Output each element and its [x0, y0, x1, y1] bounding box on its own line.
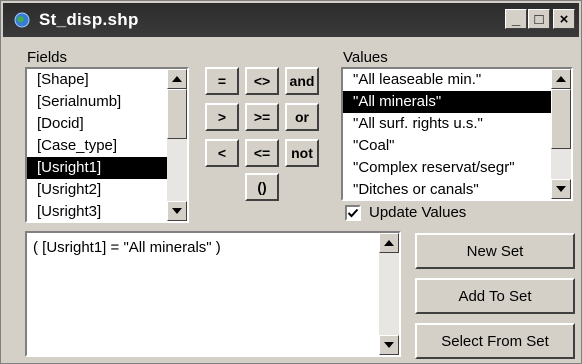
fields-scroll-down-button[interactable]	[167, 201, 187, 221]
maximize-button[interactable]: □	[528, 9, 550, 29]
list-item[interactable]: "Ditches or canals"	[343, 179, 571, 199]
arrow-down-icon	[556, 186, 566, 192]
values-listbox[interactable]: "All leaseable min." "All minerals" "All s…	[341, 67, 573, 201]
list-item[interactable]: "All minerals"	[343, 91, 571, 113]
operator-greater-equal-button[interactable]: >=	[245, 103, 279, 131]
minimize-icon: _	[511, 10, 521, 28]
operator-parentheses-button[interactable]: ()	[245, 173, 279, 201]
operator-not-equal-button[interactable]: <>	[245, 67, 279, 95]
list-item[interactable]: [Case_type]	[27, 135, 187, 157]
arrow-up-icon	[556, 76, 566, 82]
window-controls: _ □ ×	[505, 9, 575, 29]
list-item[interactable]: [Usright3]	[27, 201, 187, 221]
list-item[interactable]: [Usright2]	[27, 179, 187, 201]
list-item[interactable]: [Serialnumb]	[27, 91, 187, 113]
arrow-down-icon	[384, 342, 394, 348]
operator-less-equal-button[interactable]: <=	[245, 139, 279, 167]
list-item[interactable]: [Docid]	[27, 113, 187, 135]
minimize-button[interactable]: _	[505, 9, 527, 29]
list-item[interactable]: "Coal"	[343, 135, 571, 157]
add-to-set-button[interactable]: Add To Set	[415, 278, 575, 314]
arrow-up-icon	[384, 240, 394, 246]
fields-scrollbar[interactable]	[167, 69, 187, 221]
values-items: "All leaseable min." "All minerals" "All s…	[343, 69, 571, 199]
title-bar[interactable]: St_disp.shp _ □ ×	[3, 3, 579, 37]
select-from-set-button[interactable]: Select From Set	[415, 323, 575, 359]
maximize-icon: □	[534, 10, 544, 28]
operator-greater-button[interactable]: >	[205, 103, 239, 131]
values-scroll-up-button[interactable]	[551, 69, 571, 89]
new-set-button[interactable]: New Set	[415, 233, 575, 269]
expression-text: ( [Usright1] = "All minerals" )	[33, 239, 221, 256]
close-button[interactable]: ×	[553, 9, 575, 29]
fields-scroll-up-button[interactable]	[167, 69, 187, 89]
values-label: Values	[343, 49, 388, 66]
arrow-down-icon	[172, 208, 182, 214]
operator-or-button[interactable]: or	[285, 103, 319, 131]
operator-less-button[interactable]: <	[205, 139, 239, 167]
expression-textarea[interactable]: ( [Usright1] = "All minerals" )	[25, 231, 401, 357]
list-item[interactable]: [Shape]	[27, 69, 187, 91]
operator-not-button[interactable]: not	[285, 139, 319, 167]
expression-scroll-down-button[interactable]	[379, 335, 399, 355]
arrow-up-icon	[172, 76, 182, 82]
checkmark-icon	[347, 208, 359, 218]
window-title: St_disp.shp	[39, 10, 139, 29]
update-values-label: Update Values	[369, 204, 467, 221]
list-item[interactable]: "All surf. rights u.s."	[343, 113, 571, 135]
list-item[interactable]: [Usright1]	[27, 157, 187, 179]
close-icon: ×	[559, 10, 569, 28]
expression-scroll-up-button[interactable]	[379, 233, 399, 253]
fields-items: [Shape] [Serialnumb] [Docid] [Case_type] [Us…	[27, 69, 187, 221]
globe-app-icon	[14, 12, 30, 28]
values-scrollbar[interactable]	[551, 69, 571, 199]
expression-scrollbar[interactable]	[379, 233, 399, 355]
fields-label: Fields	[27, 49, 68, 66]
operator-equals-button[interactable]: =	[205, 67, 239, 95]
query-builder-window: St_disp.shp _ □ × Fields [Shape] [Serialn…	[0, 0, 582, 364]
operator-and-button[interactable]: and	[285, 67, 319, 95]
list-item[interactable]: "All leaseable min."	[343, 69, 571, 91]
fields-scroll-thumb[interactable]	[167, 89, 187, 139]
fields-listbox[interactable]: [Shape] [Serialnumb] [Docid] [Case_type] [Us…	[25, 67, 189, 223]
values-scroll-thumb[interactable]	[551, 89, 571, 149]
values-scroll-down-button[interactable]	[551, 179, 571, 199]
update-values-checkbox[interactable]	[345, 205, 361, 221]
list-item[interactable]: "Complex reservat/segr"	[343, 157, 571, 179]
